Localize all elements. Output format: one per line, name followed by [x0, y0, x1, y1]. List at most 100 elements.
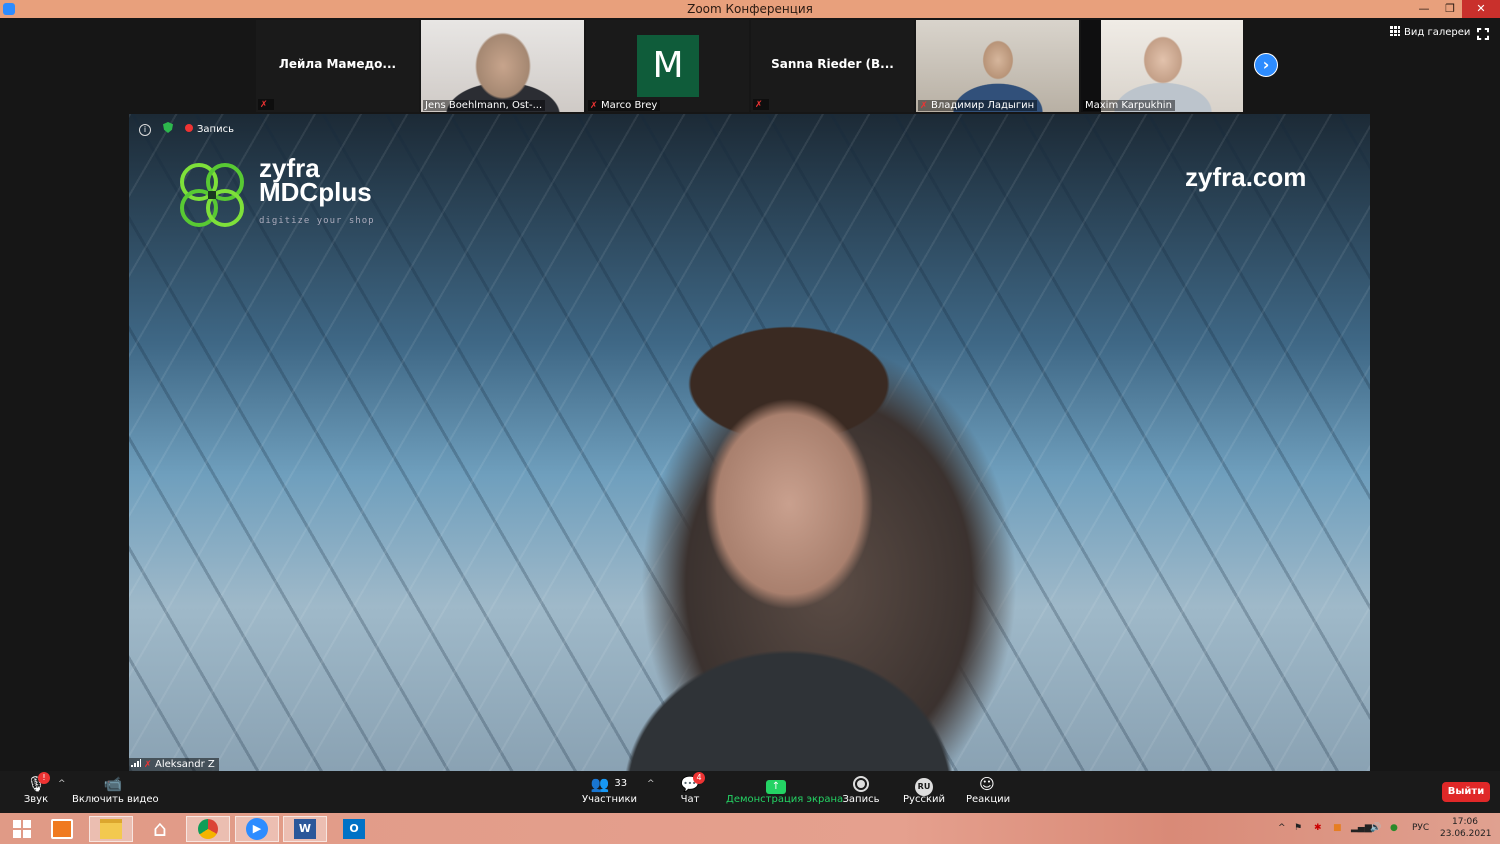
windows-taskbar: ⌂ ▶ W O ^ ⚑ ✱ ■ ▂▄▆ 🔊 ● РУС 17:06 23.06.… — [0, 813, 1500, 844]
info-icon[interactable]: i — [139, 124, 151, 136]
taskbar-word[interactable]: W — [283, 816, 327, 842]
clock-time: 17:06 — [1452, 817, 1478, 827]
taskbar-zoom[interactable]: ▶ — [235, 816, 279, 842]
tray-network-icon[interactable]: ▂▄▆ — [1351, 823, 1372, 833]
taskbar-chrome[interactable] — [186, 816, 230, 842]
participant-label: ✗ Владимир Ладыгин — [918, 100, 1038, 111]
speaker-person — [569, 294, 1009, 771]
participants-options-caret-icon[interactable]: ^ — [647, 779, 655, 789]
mic-muted-icon: ✗ — [920, 101, 928, 111]
word-icon: W — [294, 819, 316, 839]
language-globe-icon: RU — [903, 775, 945, 796]
participant-name: Marco Brey — [601, 100, 658, 111]
reaction-smiley-icon: ☺ — [979, 775, 995, 793]
participant-tile[interactable]: Sanna Rieder (B... ✗ — [751, 20, 914, 112]
mic-muted-icon: ✗ — [755, 100, 763, 110]
logo-line-mdcplus: MDCplus — [259, 177, 372, 207]
leave-meeting-button[interactable]: Выйти — [1442, 782, 1490, 802]
meeting-info-bar: i Запись — [139, 122, 234, 136]
participants-button[interactable]: 👥 33 Участники — [582, 775, 638, 805]
mic-muted-icon: ✗ — [260, 100, 268, 110]
taskbar-media-player[interactable] — [40, 816, 84, 842]
participant-name: Sanna Rieder (B... — [771, 57, 894, 71]
taskbar-clock[interactable]: 17:06 23.06.2021 — [1440, 816, 1492, 840]
language-interpretation-button[interactable]: RU Русский — [903, 775, 945, 805]
active-speaker-video: i Запись zyfra MDCplus digitize your shop… — [129, 114, 1370, 771]
recording-label: Запись — [197, 124, 234, 135]
chrome-icon — [198, 819, 218, 839]
grid-icon — [1390, 26, 1400, 36]
video-label: Включить видео — [72, 794, 159, 805]
tray-app-icon[interactable]: ● — [1390, 823, 1398, 833]
encryption-shield-icon[interactable] — [163, 122, 173, 133]
tray-office-icon[interactable]: ■ — [1333, 823, 1342, 833]
participant-tile[interactable]: M ✗ Marco Brey — [586, 20, 749, 112]
folder-icon — [100, 819, 122, 839]
start-button[interactable] — [0, 816, 44, 842]
participant-avatar: M — [637, 35, 699, 97]
chat-label: Чат — [680, 794, 700, 805]
next-page-arrow-icon[interactable]: › — [1254, 53, 1278, 77]
participants-label: Участники — [582, 794, 638, 805]
brand-logo-text: zyfra MDCplus — [259, 155, 372, 207]
share-screen-label: Демонстрация экрана — [726, 794, 844, 805]
participant-label: ✗ Marco Brey — [588, 100, 661, 111]
restore-button[interactable]: ❐ — [1436, 0, 1464, 18]
record-label: Запись — [842, 794, 880, 805]
participants-count: 33 — [614, 778, 628, 789]
gallery-view-button[interactable]: Вид галереи — [1390, 26, 1470, 38]
zoom-icon: ▶ — [246, 818, 268, 840]
chat-unread-badge: 4 — [693, 772, 705, 784]
audio-button[interactable]: 🎙! Звук — [22, 772, 50, 805]
participant-video — [916, 20, 1079, 112]
start-video-button[interactable]: 📹 Включить видео — [72, 775, 159, 805]
taskbar-home[interactable]: ⌂ — [138, 816, 182, 842]
home-icon: ⌂ — [153, 816, 167, 842]
reactions-button[interactable]: ☺ Реакции — [966, 775, 1011, 805]
clock-date: 23.06.2021 — [1440, 829, 1492, 839]
logo-tagline: digitize your shop — [259, 216, 375, 226]
taskbar-explorer[interactable] — [89, 816, 133, 842]
tray-flag-icon[interactable]: ⚑ — [1294, 823, 1302, 833]
reactions-label: Реакции — [966, 794, 1011, 805]
minimize-button[interactable]: — — [1410, 0, 1438, 18]
recording-dot-icon — [185, 124, 193, 132]
participants-icon: 👥 33 — [590, 775, 628, 793]
window-titlebar: Zoom Конференция — ❐ ✕ — [0, 0, 1500, 18]
brand-website: zyfra.com — [1185, 162, 1307, 192]
participant-name: Лейла Мамедо... — [278, 57, 397, 71]
gallery-view-label: Вид галереи — [1404, 27, 1471, 38]
participant-tile[interactable]: Jens Boehlmann, Ost-... — [421, 20, 584, 112]
audio-options-caret-icon[interactable]: ^ — [58, 779, 66, 789]
participant-video — [421, 20, 584, 112]
audio-warning-badge: ! — [38, 772, 50, 784]
participant-name: Jens Boehlmann, Ost-... — [423, 100, 546, 111]
tray-volume-icon[interactable]: 🔊 — [1370, 823, 1381, 833]
tray-antivirus-icon[interactable]: ✱ — [1314, 823, 1322, 833]
speaker-name: Aleksandr Z — [155, 759, 215, 770]
zyfra-logo-icon — [180, 163, 244, 227]
record-button[interactable]: Запись — [842, 775, 880, 805]
audio-label: Звук — [23, 794, 49, 805]
video-off-icon: 📹 — [103, 775, 123, 793]
participant-name: Maxim Karpukhin — [1083, 100, 1175, 111]
keyboard-language-indicator[interactable]: РУС — [1412, 823, 1429, 833]
speaker-name-label: ✗ Aleksandr Z — [129, 758, 219, 771]
mic-muted-icon: ✗ — [590, 101, 598, 111]
record-icon — [842, 775, 880, 793]
close-button[interactable]: ✕ — [1462, 0, 1500, 18]
mic-muted-indicator: ✗ — [258, 99, 274, 110]
signal-strength-icon — [131, 759, 141, 767]
participant-name: Владимир Ладыгин — [931, 100, 1035, 111]
microphone-icon: 🎙! — [22, 772, 50, 793]
share-screen-button[interactable]: ↑ Демонстрация экрана — [726, 775, 844, 805]
participant-tile[interactable]: Maxim Karpukhin — [1081, 20, 1243, 112]
participant-tile[interactable]: ✗ Владимир Ладыгин — [916, 20, 1079, 112]
tray-expand-caret-icon[interactable]: ^ — [1278, 823, 1286, 833]
chat-icon: 💬 4 — [676, 772, 705, 793]
taskbar-outlook[interactable]: O — [332, 816, 376, 842]
chat-button[interactable]: 💬 4 Чат — [676, 772, 705, 805]
participant-tile[interactable]: Лейла Мамедо... ✗ — [256, 20, 419, 112]
meeting-toolbar: 🎙! Звук ^ 📹 Включить видео 👥 33 Участник… — [0, 771, 1500, 813]
window-title: Zoom Конференция — [687, 2, 813, 16]
